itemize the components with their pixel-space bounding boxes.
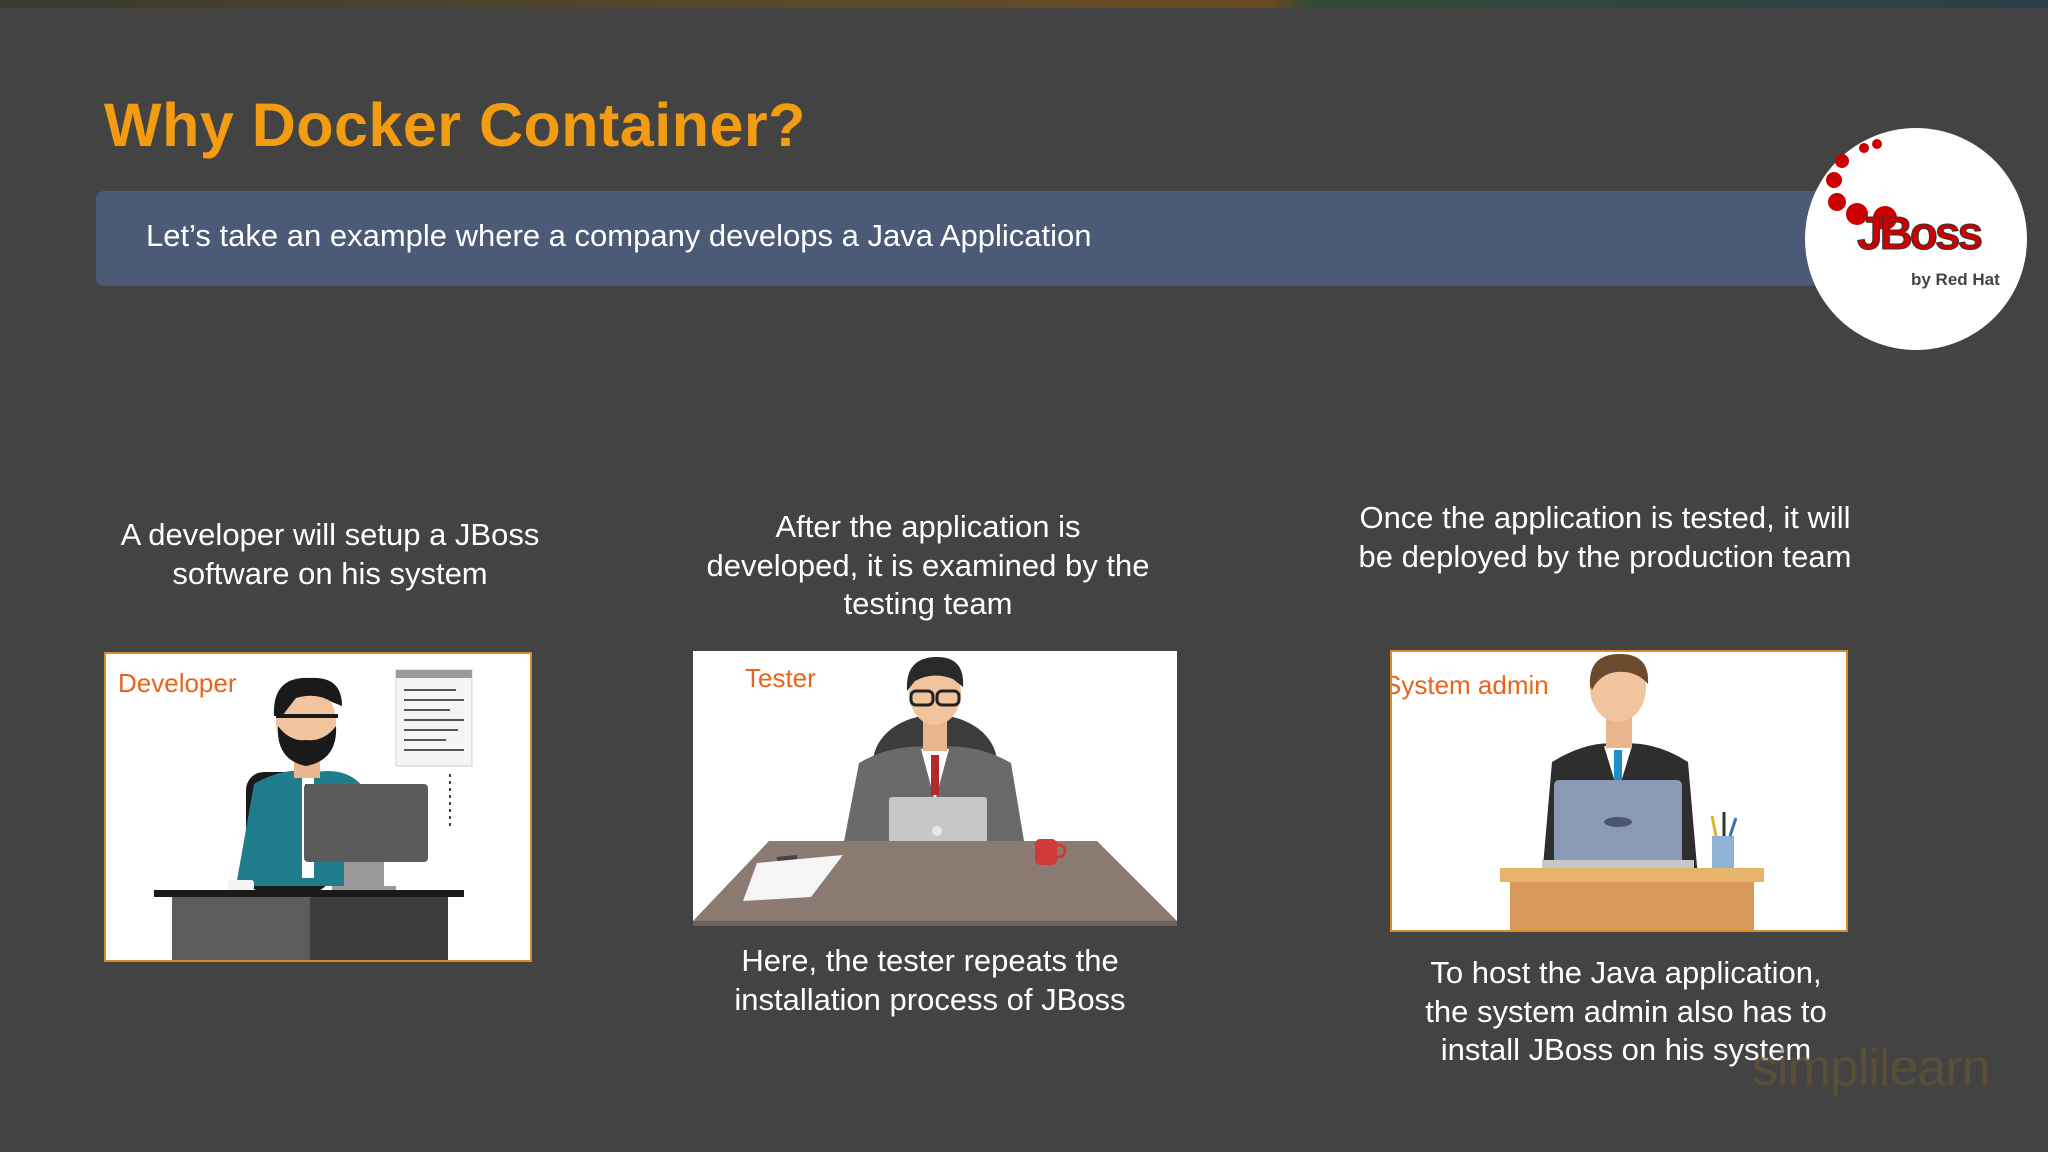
sysadmin-panel: System admin [1390,650,1848,932]
caption-line: testing team [843,586,1013,621]
developer-at-desk-illustration [154,669,473,960]
footer-line: Here, the tester repeats the [741,943,1119,978]
caption-line: developed, it is examined by the [706,547,1150,583]
tester-panel: Tester [693,651,1177,926]
top-accent-bar [0,0,2048,8]
caption-line: be deployed by the production team [1358,538,1852,574]
footer-line: To host the Java application, [1430,955,1822,990]
logo-brand: JBoss [1856,207,1983,260]
tester-role-label: Tester [745,663,816,693]
footer-line: installation process of JBoss [734,981,1126,1017]
caption-line: Once the application is tested, it will [1359,500,1851,535]
simplilearn-watermark: simplilearn [1752,1039,1991,1097]
step2-footer: Here, the tester repeats the installatio… [680,942,1180,1019]
step2-caption: After the application is developed, it i… [668,508,1188,624]
caption-line: software on his system [172,555,488,591]
caption-line: After the application is [775,509,1081,544]
logo-tagline: by Red Hat [1911,270,2000,289]
sysadmin-role-label: System admin [1390,670,1549,700]
intro-banner: Let’s take an example where a company de… [96,191,1856,286]
caption-line: A developer will setup a JBoss [120,517,540,552]
banner-text: Let’s take an example where a company de… [146,218,1092,253]
slide-title: Why Docker Container? [104,91,806,159]
developer-role-label: Developer [118,668,237,698]
footer-line: the system admin also has to [1425,993,1827,1029]
step3-caption: Once the application is tested, it will … [1320,499,1890,576]
step1-caption: A developer will setup a JBoss software … [100,516,560,593]
developer-panel: Developer [104,652,532,962]
jboss-logo: JBoss by Red Hat [1805,128,2027,350]
